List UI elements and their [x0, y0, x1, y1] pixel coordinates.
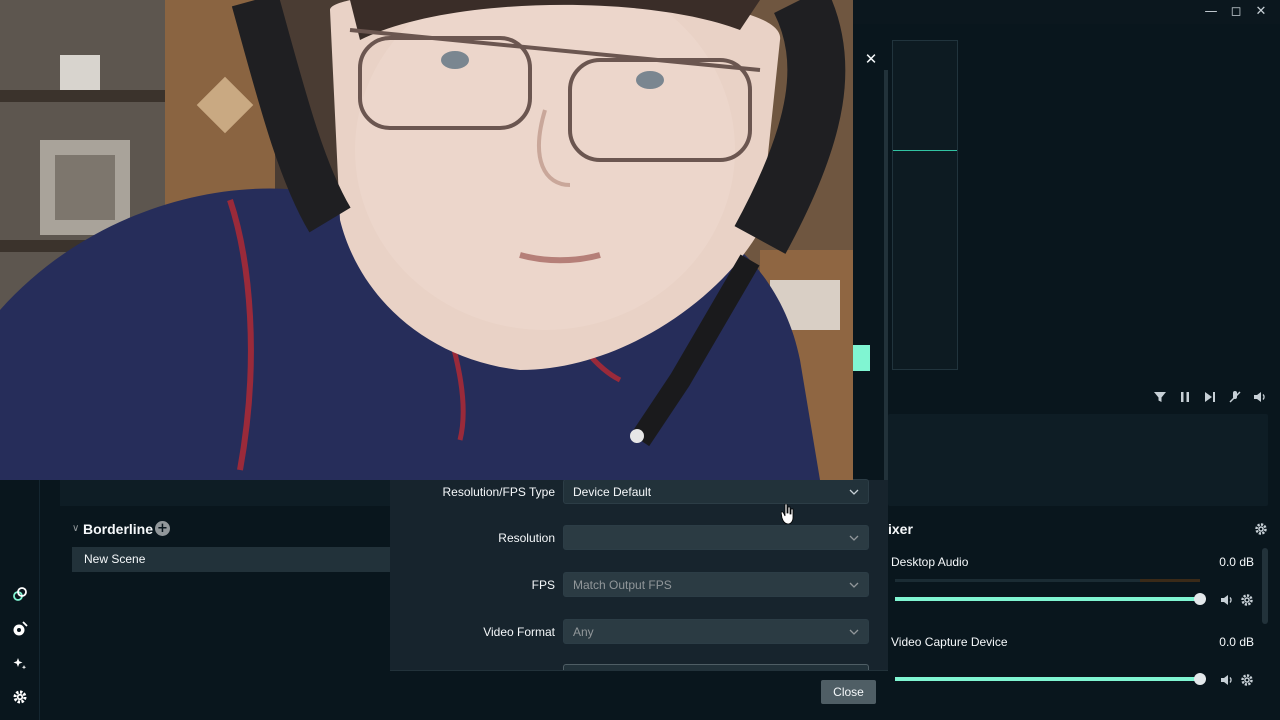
gear-icon[interactable] [1240, 672, 1254, 686]
pause-icon[interactable] [1178, 390, 1192, 404]
dialog-scrollbar[interactable] [884, 70, 888, 480]
minimize-icon[interactable]: — [1203, 4, 1219, 20]
resolution-fps-type-select[interactable]: Device Default [563, 479, 869, 504]
volume-slider[interactable] [895, 673, 1206, 685]
webcam-preview [0, 0, 853, 480]
fps-select[interactable]: Match Output FPS [563, 572, 869, 597]
chevron-down-icon[interactable]: ∨ [72, 523, 79, 534]
audio-meter [895, 579, 1200, 582]
settings-preview-panel [892, 40, 958, 370]
speaker-icon[interactable] [1220, 592, 1234, 606]
scenes-panel: ∨ Borderline + New Scene [60, 480, 390, 720]
resolution-select[interactable] [563, 525, 869, 550]
settings-icon[interactable] [10, 687, 30, 707]
volume-slider[interactable] [895, 593, 1206, 605]
dialog-footer [390, 670, 888, 712]
sources-toolbar [888, 384, 1280, 410]
chevron-down-icon [849, 535, 859, 541]
streamlabs-app: — ◻ ✕ ixer Desktop Audio 0.0 dB Video Ca… [0, 0, 1280, 720]
chevron-down-icon [849, 582, 859, 588]
close-button[interactable]: Close [821, 680, 876, 704]
webcam-feed-image [0, 0, 853, 480]
field-label: Video Format [483, 625, 555, 639]
volume-slider-knob[interactable] [1194, 673, 1206, 685]
mute-all-icon[interactable] [1228, 390, 1242, 404]
select-value: Any [573, 625, 594, 639]
chevron-down-icon [849, 489, 859, 495]
select-value: Match Output FPS [573, 578, 672, 592]
studio-mode-icon[interactable] [10, 584, 30, 604]
add-scene-icon[interactable]: + [155, 521, 170, 536]
speaker-icon[interactable] [1220, 672, 1234, 686]
field-label: Resolution [498, 531, 555, 545]
sources-list[interactable] [888, 414, 1268, 506]
mixer-channel-level: 0.0 dB [1219, 555, 1254, 569]
field-label: FPS [531, 578, 555, 592]
mixer-panel [888, 516, 1280, 720]
volume-slider-knob[interactable] [1194, 593, 1206, 605]
close-icon[interactable]: ✕ [1253, 4, 1269, 20]
select-value: Device Default [573, 485, 652, 499]
magic-icon[interactable] [10, 654, 30, 674]
volume-slider-fill [895, 597, 1200, 601]
volume-slider-fill [895, 677, 1200, 681]
maximize-icon[interactable]: ◻ [1228, 4, 1244, 20]
themes-icon[interactable] [10, 619, 30, 639]
preview-divider [893, 150, 957, 151]
scene-item[interactable]: New Scene [72, 547, 390, 572]
skip-icon[interactable] [1203, 390, 1217, 404]
scene-item-label: New Scene [84, 552, 146, 566]
field-label: Resolution/FPS Type [442, 485, 555, 499]
gear-icon[interactable] [1240, 592, 1254, 606]
mixer-channel-level: 0.0 dB [1219, 635, 1254, 649]
mouse-cursor-icon [781, 504, 794, 524]
mixer-scrollbar[interactable] [1262, 548, 1268, 624]
mixer-channel-name: Video Capture Device [891, 635, 1008, 649]
mixer-title: ixer [888, 521, 913, 537]
scene-collection-title[interactable]: Borderline [83, 521, 153, 537]
filter-icon[interactable] [1153, 390, 1167, 404]
scenes-header [60, 480, 390, 506]
chevron-down-icon [849, 629, 859, 635]
mixer-channel-name: Desktop Audio [891, 555, 969, 569]
volume-icon[interactable] [1253, 390, 1267, 404]
gear-icon[interactable] [1254, 521, 1268, 535]
video-format-select[interactable]: Any [563, 619, 869, 644]
accent-chip [852, 345, 870, 371]
close-icon[interactable]: ✕ [862, 50, 880, 68]
